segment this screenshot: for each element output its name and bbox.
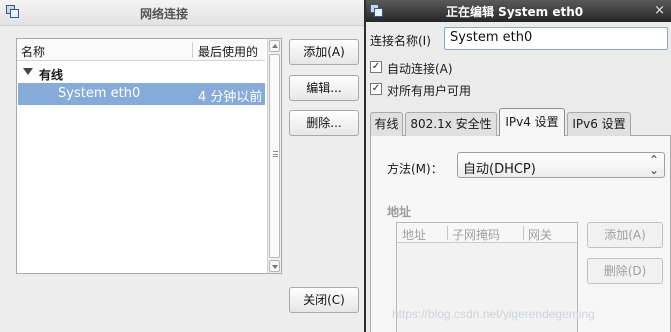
add-button[interactable]: 添加(A) xyxy=(289,39,359,65)
tab-ipv6-settings[interactable]: IPv6 设置 xyxy=(567,112,631,136)
connection-last-used: 4 分钟以前 xyxy=(198,90,263,105)
ipv4-settings-panel: 方法(M)： 自动(DHCP) ⌃ ⌄ 地址 地址 子网掩码 网关 添加(A) 删… xyxy=(370,135,671,332)
group-label: 有线 xyxy=(39,68,64,82)
network-icon xyxy=(370,4,384,18)
list-header: 名称 最后使用的 xyxy=(17,39,265,61)
column-header-address: 地址 xyxy=(402,228,427,242)
network-connections-window: 网络连接 名称 最后使用的 有线 System eth0 4 分钟以前 添加(A… xyxy=(0,0,364,332)
column-divider xyxy=(447,226,448,240)
column-header-netmask: 子网掩码 xyxy=(452,228,501,242)
connection-name-field[interactable]: System eth0 xyxy=(444,27,668,50)
address-table-header: 地址 子网掩码 网关 xyxy=(397,223,577,243)
connection-name: System eth0 xyxy=(58,86,141,101)
network-connections-titlebar[interactable]: 网络连接 xyxy=(0,0,364,26)
add-address-button[interactable]: 添加(A) xyxy=(587,222,663,248)
method-value: 自动(DHCP) xyxy=(463,162,536,177)
scroll-down-icon[interactable] xyxy=(269,260,280,272)
connection-list[interactable]: 名称 最后使用的 有线 System eth0 4 分钟以前 xyxy=(16,38,282,274)
checkbox-checked-icon[interactable]: ✓ xyxy=(370,61,382,73)
connection-name-label: 连接名称(I) xyxy=(370,34,431,48)
network-icon xyxy=(6,5,20,19)
scroll-up-icon[interactable] xyxy=(269,40,280,52)
auto-connect-label: 自动连接(A) xyxy=(387,62,453,76)
edit-connection-dialog: 正在编辑 System eth0 × 连接名称(I) System eth0 ✓… xyxy=(364,0,671,332)
delete-address-button[interactable]: 删除(D) xyxy=(587,258,663,284)
dialog-title: 正在编辑 System eth0 xyxy=(446,5,584,19)
delete-button[interactable]: 删除... xyxy=(289,110,359,136)
combo-arrows-icon: ⌃ ⌄ xyxy=(648,153,659,177)
method-dropdown[interactable]: 自动(DHCP) ⌃ ⌄ xyxy=(457,152,665,178)
window-title: 网络连接 xyxy=(140,7,189,21)
close-button[interactable]: 关闭(C) xyxy=(289,287,359,313)
grip-icon xyxy=(273,151,278,157)
edit-dialog-titlebar[interactable]: 正在编辑 System eth0 × xyxy=(366,0,671,22)
expander-icon[interactable] xyxy=(23,68,33,75)
checkbox-checked-icon[interactable]: ✓ xyxy=(370,83,382,95)
edit-button[interactable]: 编辑... xyxy=(289,75,359,101)
watermark: https://blog.csdn.net/yigerendegeming xyxy=(392,307,595,321)
close-icon[interactable]: × xyxy=(654,3,665,18)
column-header-name[interactable]: 名称 xyxy=(21,43,45,60)
method-label: 方法(M)： xyxy=(387,162,443,176)
vertical-scrollbar[interactable] xyxy=(267,39,281,273)
address-section-label: 地址 xyxy=(387,205,412,219)
column-divider xyxy=(192,42,193,58)
column-divider xyxy=(523,226,524,240)
all-users-label: 对所有用户可用 xyxy=(387,84,472,98)
scroll-thumb[interactable] xyxy=(269,54,280,258)
tab-ipv4-settings[interactable]: IPv4 设置 xyxy=(499,108,565,136)
list-item[interactable]: System eth0 4 分钟以前 xyxy=(18,83,265,105)
tab-wired[interactable]: 有线 xyxy=(370,112,403,136)
column-header-gateway: 网关 xyxy=(528,228,553,242)
group-row-wired[interactable]: 有线 xyxy=(17,63,265,83)
tab-8021x-security[interactable]: 802.1x 安全性 xyxy=(405,112,497,136)
column-header-last-used[interactable]: 最后使用的 xyxy=(198,43,258,60)
